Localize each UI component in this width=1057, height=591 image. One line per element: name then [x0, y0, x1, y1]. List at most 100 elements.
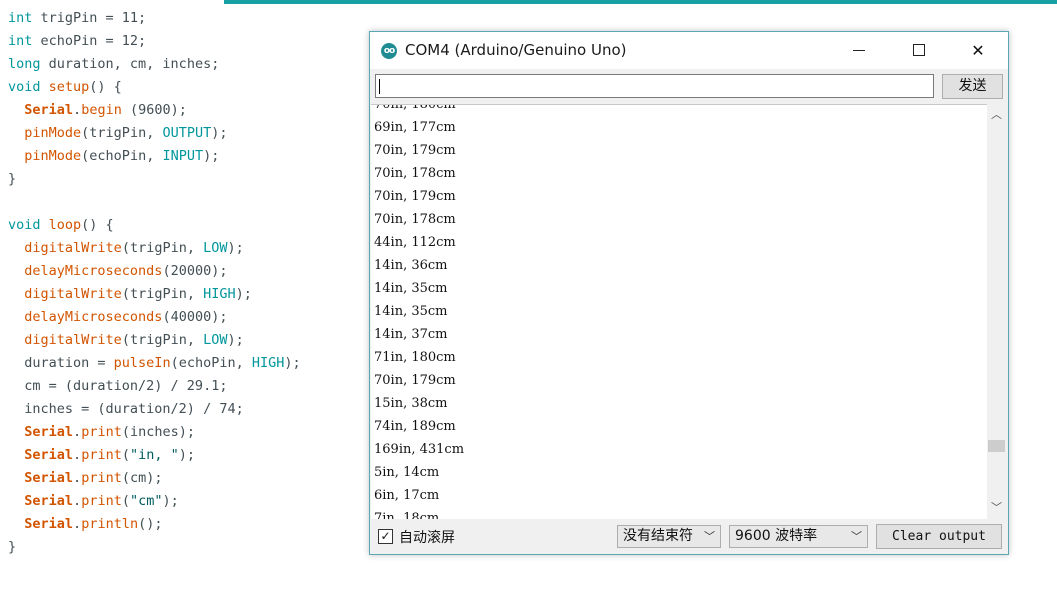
maximize-icon	[913, 44, 925, 56]
code-line: Serial.println();	[8, 513, 301, 536]
code-line: delayMicroseconds(40000);	[8, 306, 301, 329]
close-button[interactable]: ✕	[955, 32, 1001, 69]
code-line: pinMode(trigPin, OUTPUT);	[8, 122, 301, 145]
code-line: Serial.print(inches);	[8, 421, 301, 444]
code-token: print	[81, 447, 122, 463]
code-token: digitalWrite	[24, 286, 122, 302]
code-token: Serial	[24, 102, 74, 118]
serial-output-line: 6in, 17cm	[374, 488, 440, 503]
code-token: HIGH	[251, 355, 285, 371]
code-line: Serial.print(cm);	[8, 467, 301, 490]
code-line: duration = pulseIn(echoPin, HIGH);	[8, 352, 300, 375]
serial-output-line: 7in, 18cm	[374, 511, 440, 519]
code-token: digitalWrite	[24, 240, 122, 256]
code-line: }	[8, 536, 301, 559]
code-token: print	[81, 493, 122, 509]
serial-output-line: 15in, 38cm	[374, 396, 448, 411]
code-token: (inches);	[121, 424, 195, 440]
code-token: () {	[89, 79, 122, 95]
code-token: (trigPin,	[121, 332, 204, 348]
code-token: (9600);	[121, 102, 187, 118]
code-line: pinMode(echoPin, INPUT);	[8, 145, 301, 168]
serial-output-line: 70in, 180cm	[374, 104, 456, 112]
scroll-up-icon[interactable]: ︿	[987, 106, 1006, 123]
code-line: digitalWrite(trigPin, HIGH);	[8, 283, 301, 306]
serial-output-line: 14in, 35cm	[374, 304, 448, 319]
code-token: Serial	[24, 493, 74, 509]
chevron-down-icon: ﹀	[704, 530, 715, 543]
serial-output-line: 44in, 112cm	[374, 235, 456, 250]
serial-output-line: 74in, 189cm	[374, 419, 456, 434]
code-token: (40000);	[162, 309, 228, 325]
code-token: Serial	[24, 447, 74, 463]
close-icon: ✕	[971, 41, 985, 60]
output-scrollbar[interactable]: ︿ ﹀	[987, 104, 1006, 518]
code-token: (20000);	[162, 263, 228, 279]
code-line: Serial.print("cm");	[8, 490, 301, 513]
minimize-icon	[853, 50, 865, 51]
serial-output-line: 14in, 35cm	[374, 281, 448, 296]
code-line: Serial.begin (9600);	[8, 99, 301, 122]
code-line: int echoPin = 12;	[8, 30, 301, 53]
code-token: }	[8, 539, 17, 555]
serial-output-line: 5in, 14cm	[374, 465, 440, 480]
serial-output-line: 71in, 180cm	[374, 350, 456, 365]
code-token: .	[73, 516, 82, 532]
serial-output-line: 69in, 177cm	[374, 120, 456, 135]
code-token: INPUT	[162, 148, 204, 164]
editor-top-strip	[0, 0, 1057, 5]
scroll-thumb[interactable]	[988, 440, 1005, 452]
editor-tab-bar-accent	[224, 0, 1057, 4]
line-ending-select[interactable]: 没有结束符 ﹀	[617, 525, 721, 548]
autoscroll-label: 自动滚屏	[399, 530, 455, 546]
scroll-down-icon[interactable]: ﹀	[987, 499, 1006, 516]
code-token: print	[81, 424, 122, 440]
title-bar[interactable]: oo COM4 (Arduino/Genuino Uno) ✕	[370, 32, 1008, 69]
code-line: Serial.print("in, ");	[8, 444, 301, 467]
autoscroll-checkbox[interactable]: ✓	[378, 529, 393, 544]
code-token: println	[81, 516, 139, 532]
send-input[interactable]	[375, 74, 934, 98]
code-line: inches = (duration/2) / 74;	[8, 398, 301, 421]
serial-output-line: 70in, 179cm	[374, 189, 456, 204]
minimize-button[interactable]	[837, 32, 883, 69]
code-token: .	[73, 493, 82, 509]
code-token: digitalWrite	[24, 332, 122, 348]
code-token: cm = (duration/2) / 29.1;	[8, 378, 228, 394]
code-token: Serial	[24, 424, 74, 440]
code-line: delayMicroseconds(20000);	[8, 260, 301, 283]
code-token: );	[162, 493, 179, 509]
code-token: (trigPin,	[121, 240, 204, 256]
serial-output-line: 70in, 178cm	[374, 212, 456, 227]
baud-rate-select[interactable]: 9600 波特率 ﹀	[729, 525, 868, 548]
code-token: OUTPUT	[162, 125, 212, 141]
code-token: pinMode	[24, 148, 82, 164]
code-editor[interactable]: int trigPin = 11; int echoPin = 12; long d…	[8, 7, 301, 559]
code-token: (echoPin,	[81, 148, 163, 164]
maximize-button[interactable]	[896, 32, 942, 69]
code-token: );	[203, 148, 220, 164]
serial-output-line: 14in, 36cm	[374, 258, 448, 273]
code-line: long duration, cm, inches;	[8, 53, 301, 76]
clear-output-button[interactable]: Clear output	[876, 524, 1002, 549]
code-token: }	[8, 171, 17, 187]
text-caret	[379, 79, 380, 94]
code-token: .	[73, 102, 82, 118]
code-token: LOW	[203, 332, 228, 348]
send-button[interactable]: 发送	[942, 74, 1003, 99]
code-line: void loop() {	[8, 214, 301, 237]
serial-output-area[interactable]: 70in, 180cm 69in, 177cm 70in, 179cm 70in, 1…	[371, 104, 987, 519]
code-token: (trigPin,	[121, 286, 204, 302]
code-token: LOW	[203, 240, 228, 256]
